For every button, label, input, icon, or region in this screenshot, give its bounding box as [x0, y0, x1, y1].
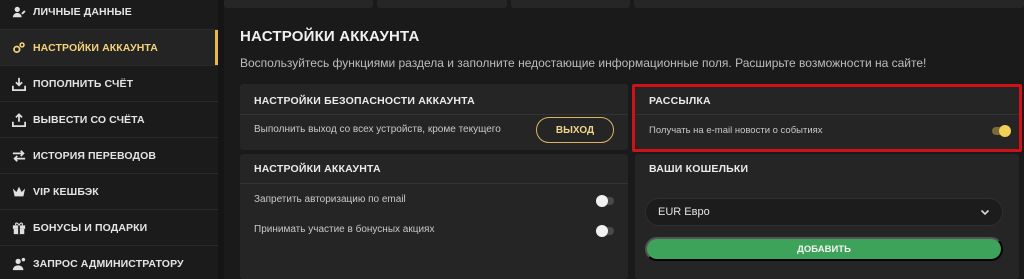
forbid-email-auth-toggle[interactable] — [596, 195, 614, 207]
forbid-email-auth-label: Запретить авторизацию по email — [254, 194, 406, 205]
wallets-card: ВАШИ КОШЕЛЬКИ EUR Евро ДОБАВИТЬ — [635, 154, 1019, 279]
divider — [240, 114, 628, 115]
sidebar-item-transfer-history[interactable]: ИСТОРИЯ ПЕРЕВОДОВ — [0, 138, 218, 174]
deposit-icon — [12, 77, 26, 91]
admin-request-icon — [12, 257, 26, 271]
toggle-knob — [999, 125, 1011, 137]
logout-all-devices-label: Выполнить выход со всех устройств, кроме… — [254, 124, 501, 135]
withdraw-icon — [12, 112, 26, 127]
sidebar-item-withdraw[interactable]: ВЫВЕСТИ СО СЧЁТА — [0, 102, 218, 138]
toggle-knob — [596, 225, 608, 237]
transfer-arrows-icon — [12, 149, 26, 163]
top-tabs-strip — [224, 0, 1024, 8]
card-title: РАССЫЛКА — [649, 95, 711, 107]
sidebar-item-label: ВЫВЕСТИ СО СЧЁТА — [33, 113, 145, 126]
sidebar-item-admin-request[interactable]: ЗАПРОС АДМИНИСТРАТОРУ — [0, 246, 218, 279]
bonus-promo-participation-label: Принимать участие в бонусных акциях — [254, 224, 435, 235]
crown-icon — [12, 185, 26, 199]
email-news-toggle[interactable] — [992, 125, 1011, 137]
account-settings-card: НАСТРОЙКИ АККАУНТА Запретить авторизацию… — [240, 154, 628, 279]
logout-button[interactable]: ВЫХОД — [536, 117, 614, 143]
sidebar-item-label: ЗАПРОС АДМИНИСТРАТОРУ — [33, 257, 184, 270]
main-content: НАСТРОЙКИ АККАУНТА Воспользуйтесь функци… — [224, 0, 1024, 279]
email-news-label: Получать на e-mail новости о событиях — [649, 125, 823, 136]
sidebar-item-label: ЛИЧНЫЕ ДАННЫЕ — [33, 5, 132, 18]
sidebar-item-bonuses[interactable]: БОНУСЫ И ПОДАРКИ — [0, 210, 218, 246]
user-edit-icon — [12, 5, 26, 19]
sidebar-item-label: VIP КЕШБЭК — [33, 185, 99, 198]
gift-icon — [12, 221, 26, 235]
sidebar-item-label: НАСТРОЙКИ АККАУНТА — [33, 41, 158, 54]
page-subtitle: Воспользуйтесь функциями раздела и запол… — [240, 56, 927, 70]
card-title: ВАШИ КОШЕЛЬКИ — [649, 163, 749, 175]
sidebar-item-personal-data[interactable]: ЛИЧНЫЕ ДАННЫЕ — [0, 0, 218, 30]
sidebar: ЛИЧНЫЕ ДАННЫЕ НАСТРОЙКИ АККАУНТА ПОПОЛНИ… — [0, 0, 218, 279]
divider — [240, 183, 628, 184]
divider — [635, 114, 1019, 115]
gears-icon — [12, 41, 26, 55]
wallet-currency-select[interactable]: EUR Евро — [645, 198, 1003, 226]
security-settings-card: НАСТРОЙКИ БЕЗОПАСНОСТИ АККАУНТА Выполнит… — [240, 84, 628, 150]
sidebar-item-vip-cashback[interactable]: VIP КЕШБЭК — [0, 174, 218, 210]
page-title: НАСТРОЙКИ АККАУНТА — [240, 28, 420, 45]
newsletter-card: РАССЫЛКА Получать на e-mail новости о со… — [635, 87, 1019, 149]
sidebar-item-label: ПОПОЛНИТЬ СЧЁТ — [33, 77, 134, 90]
card-title: НАСТРОЙКИ АККАУНТА — [254, 163, 381, 175]
add-wallet-button[interactable]: ДОБАВИТЬ — [645, 237, 1003, 261]
card-title: НАСТРОЙКИ БЕЗОПАСНОСТИ АККАУНТА — [254, 95, 475, 107]
bonus-promo-participation-toggle[interactable] — [596, 225, 614, 237]
sidebar-item-label: БОНУСЫ И ПОДАРКИ — [33, 221, 148, 234]
sidebar-item-deposit[interactable]: ПОПОЛНИТЬ СЧЁТ — [0, 66, 218, 102]
sidebar-item-account-settings[interactable]: НАСТРОЙКИ АККАУНТА — [0, 30, 218, 66]
toggle-knob — [596, 195, 608, 207]
wallet-currency-value: EUR Евро — [658, 206, 710, 218]
chevron-down-icon — [980, 207, 990, 217]
sidebar-item-label: ИСТОРИЯ ПЕРЕВОДОВ — [33, 149, 157, 162]
